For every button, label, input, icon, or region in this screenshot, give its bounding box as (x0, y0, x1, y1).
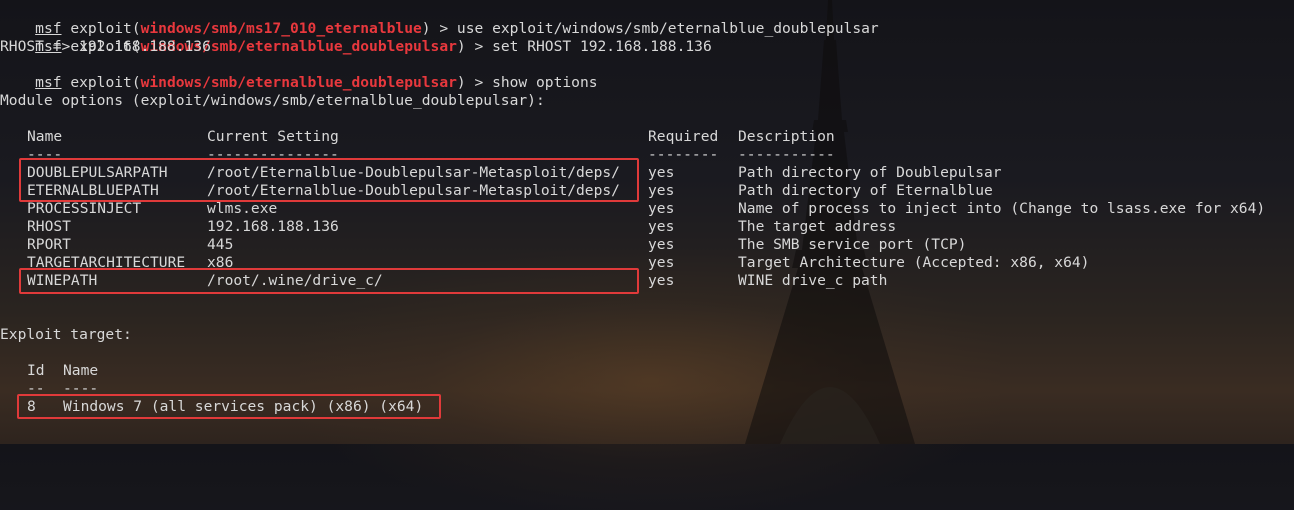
option-setting: wlms.exe (207, 200, 278, 217)
underline-required: -------- (648, 146, 719, 163)
option-name: PROCESSINJECT (27, 200, 142, 217)
highlight-box-paths (19, 158, 639, 202)
table-row: RHOST 192.168.188.136 yes The target add… (0, 218, 1294, 236)
header-required: Required (648, 128, 719, 145)
option-description: Name of process to inject into (Change t… (738, 200, 1266, 217)
close-paren: ) (456, 38, 466, 55)
header-description: Description (738, 128, 835, 145)
rhost-output: RHOST => 192.168.188.136 (0, 38, 211, 55)
option-description: The SMB service port (TCP) (738, 236, 967, 253)
table-row: RPORT 445 yes The SMB service port (TCP) (0, 236, 1294, 254)
exploit-target-heading: Exploit target: (0, 326, 132, 343)
module-name: windows/smb/eternalblue_doublepulsar (140, 74, 457, 91)
header-current-setting: Current Setting (207, 128, 339, 145)
exploit-prefix: exploit( (70, 74, 141, 91)
option-setting: 445 (207, 236, 234, 253)
highlight-box-winepath (19, 268, 639, 294)
options-table-header: Name Current Setting Required Descriptio… (0, 128, 1294, 146)
option-required: yes (648, 254, 675, 271)
highlight-box-target (17, 394, 441, 419)
option-description: The target address (738, 218, 897, 235)
command-text: > set RHOST 192.168.188.136 (465, 38, 712, 55)
header-target-name: Name (63, 362, 99, 379)
command-line-show: msf exploit(windows/smb/eternalblue_doub… (0, 56, 597, 91)
command-line-use: msf exploit(windows/smb/ms17_010_eternal… (0, 2, 879, 37)
option-setting: 192.168.188.136 (207, 218, 339, 235)
header-name: Name (27, 128, 63, 145)
target-table-header: Id Name (0, 362, 600, 380)
option-required: yes (648, 182, 675, 199)
option-required: yes (648, 218, 675, 235)
option-required: yes (648, 200, 675, 217)
option-description: Target Architecture (Accepted: x86, x64) (738, 254, 1090, 271)
msf-prompt: msf (35, 74, 62, 91)
command-line-set: msf exploit(windows/smb/eternalblue_doub… (0, 20, 712, 55)
option-description: Path directory of Doublepulsar (738, 164, 1002, 181)
option-description: WINE drive_c path (738, 272, 888, 289)
close-paren: ) (456, 74, 466, 91)
option-name: RHOST (27, 218, 71, 235)
option-required: yes (648, 164, 675, 181)
option-required: yes (648, 236, 675, 253)
module-options-heading: Module options (exploit/windows/smb/eter… (0, 92, 545, 109)
command-text: > show options (465, 74, 598, 91)
option-name: RPORT (27, 236, 71, 253)
option-description: Path directory of Eternalblue (738, 182, 993, 199)
option-required: yes (648, 272, 675, 289)
table-row: PROCESSINJECT wlms.exe yes Name of proce… (0, 200, 1294, 218)
underline-description: ----------- (738, 146, 835, 163)
header-id: Id (27, 362, 45, 379)
